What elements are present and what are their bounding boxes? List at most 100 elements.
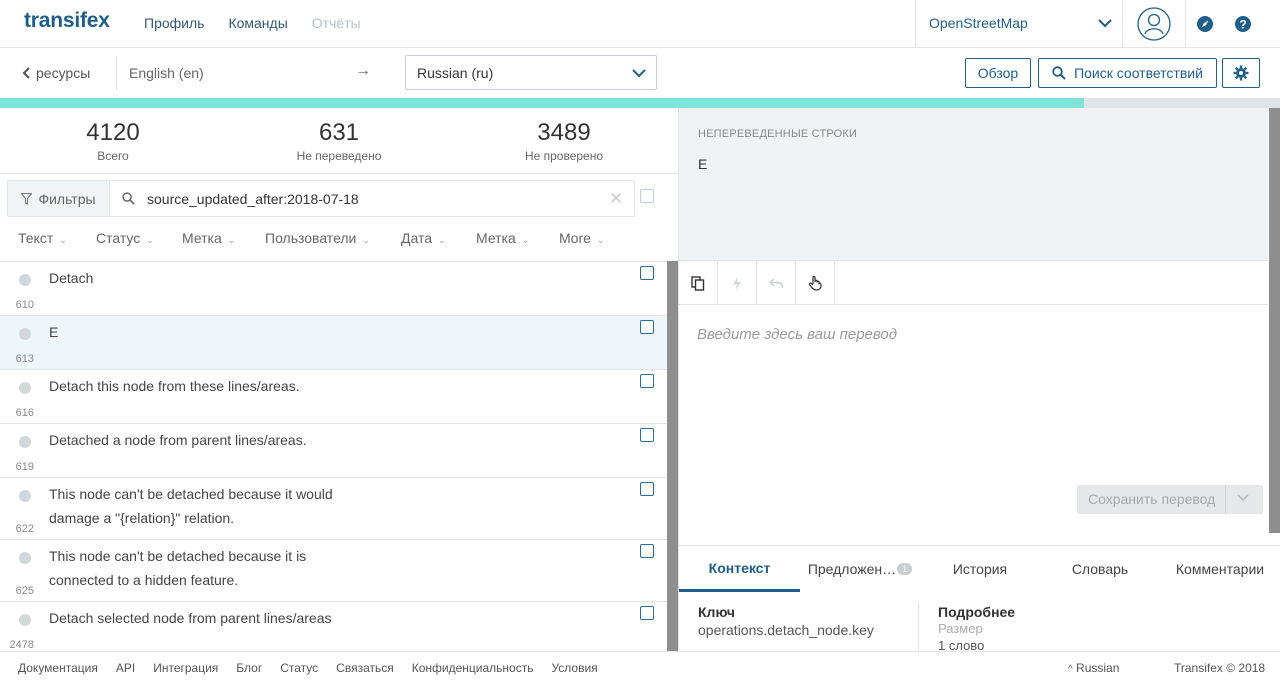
string-id: 613 — [15, 353, 34, 365]
string-row[interactable]: E 613 — [0, 316, 667, 370]
select-all-checkbox[interactable] — [640, 189, 654, 203]
string-row[interactable]: Detached a node from parent lines/areas.… — [0, 424, 667, 478]
row-checkbox[interactable] — [640, 374, 654, 388]
project-name: OpenStreetMap — [929, 15, 1028, 31]
compass-icon[interactable] — [1196, 15, 1214, 33]
gear-icon — [1233, 65, 1249, 81]
string-row[interactable]: This node can't be detached because it w… — [0, 478, 667, 540]
filter-query-input[interactable]: source_updated_after:2018-07-18 — [147, 191, 359, 207]
string-row[interactable]: This node can't be detached because it i… — [0, 540, 667, 602]
chevron-up-icon: ^ — [1068, 664, 1073, 675]
footer-link[interactable]: Интеграция — [153, 661, 218, 675]
footer-link[interactable]: Статус — [280, 661, 318, 675]
string-id: 619 — [15, 461, 34, 473]
editor-scrollbar[interactable] — [1269, 108, 1280, 533]
sort-status[interactable]: Статус ⌄ — [96, 230, 182, 246]
details-section: Подробнее Размер 1 слово — [938, 604, 1015, 651]
row-checkbox[interactable] — [640, 320, 654, 334]
chevron-down-icon: ⌄ — [521, 235, 530, 245]
string-text: Detach this node from these lines/areas. — [49, 374, 349, 398]
string-id: 622 — [15, 523, 34, 535]
filters-button-label: Фильтры — [38, 190, 96, 207]
review-button[interactable]: Обзор — [965, 58, 1031, 88]
tab-comments-label: Комментарии — [1175, 561, 1265, 577]
copy-icon — [691, 275, 705, 291]
size-value: 1 слово — [938, 638, 985, 651]
footer-link[interactable]: Конфиденциальность — [412, 661, 534, 675]
tab-glossary-label: Словарь — [1071, 561, 1129, 577]
nav-teams[interactable]: Команды — [228, 15, 287, 31]
sort-text-label: Текст — [18, 230, 54, 246]
funnel-icon — [21, 192, 33, 205]
project-selector[interactable]: OpenStreetMap — [915, 0, 1123, 48]
tab-comments[interactable]: Комментарии — [1160, 546, 1280, 592]
status-dot-icon — [19, 436, 31, 448]
translation-input-placeholder[interactable]: Введите здесь ваш перевод — [697, 326, 897, 343]
sort-date[interactable]: Дата ⌄ — [401, 230, 476, 246]
list-scrollbar[interactable] — [667, 261, 678, 651]
help-icon[interactable]: ? — [1234, 15, 1252, 33]
special-characters-button[interactable] — [796, 261, 835, 305]
save-translation-label: Сохранить перевод — [1088, 491, 1216, 507]
suggestions-count-badge: 1 — [897, 563, 913, 575]
filters-button[interactable]: Фильтры — [8, 181, 110, 216]
footer-link[interactable]: Связаться — [336, 661, 394, 675]
footer-link[interactable]: Условия — [551, 661, 597, 675]
chevron-down-icon: ⌄ — [59, 235, 67, 245]
row-checkbox[interactable] — [640, 266, 654, 280]
tab-context[interactable]: Контекст — [679, 546, 800, 592]
string-row[interactable]: Detach this node from these lines/areas.… — [0, 370, 667, 424]
sort-tag-2[interactable]: Метка ⌄ — [476, 230, 559, 246]
stat-untranslated[interactable]: 631 Не переведено — [239, 119, 439, 163]
source-string-panel: НЕПЕРЕВЕДЕННЫЕ СТРОКИ E — [678, 108, 1268, 260]
nav-profile[interactable]: Профиль — [144, 15, 204, 31]
translation-editor[interactable]: Введите здесь ваш перевод Сохранить пере… — [678, 305, 1268, 545]
save-translation-button[interactable]: Сохранить перевод — [1077, 485, 1263, 514]
row-checkbox[interactable] — [640, 606, 654, 620]
back-label: ресурсы — [36, 65, 91, 81]
stat-total[interactable]: 4120 Всего — [13, 119, 213, 163]
copy-source-button[interactable] — [679, 261, 718, 305]
sort-date-label: Дата — [401, 230, 433, 246]
chevron-down-icon[interactable] — [1237, 493, 1249, 502]
string-row[interactable]: Detach selected node from parent lines/a… — [0, 602, 667, 651]
auto-translate-button[interactable] — [718, 261, 757, 305]
target-language-select[interactable]: Russian (ru) — [405, 55, 657, 90]
status-dot-icon — [19, 490, 31, 502]
clear-filter-icon[interactable]: ✕ — [609, 189, 623, 209]
undo-button[interactable] — [757, 261, 796, 305]
string-text-line: Detach — [49, 270, 94, 286]
tab-glossary[interactable]: Словарь — [1040, 546, 1160, 592]
stat-unreviewed[interactable]: 3489 Не проверено — [464, 119, 664, 163]
settings-button[interactable] — [1222, 58, 1260, 88]
sort-text[interactable]: Текст ⌄ — [18, 230, 96, 246]
string-text-line: connected to a hidden feature. — [49, 572, 239, 588]
footer-link[interactable]: Блог — [236, 661, 262, 675]
sort-more[interactable]: More ⌄ — [559, 230, 619, 246]
chevron-down-icon: ⌄ — [438, 235, 446, 245]
nav-reports[interactable]: Отчёты — [312, 15, 361, 31]
string-row[interactable]: Detach 610 — [0, 262, 667, 316]
tab-context-label: Контекст — [708, 559, 771, 576]
sort-tag-label: Метка — [182, 230, 222, 246]
sort-users[interactable]: Пользователи ⌄ — [265, 230, 401, 246]
row-checkbox[interactable] — [640, 544, 654, 558]
back-to-resources[interactable]: ресурсы — [22, 65, 90, 81]
divider — [116, 56, 117, 90]
string-text: E — [49, 320, 349, 344]
logo[interactable]: transifex — [24, 9, 110, 33]
footer-language-selector[interactable]: ^ Russian — [1068, 661, 1119, 675]
row-checkbox[interactable] — [640, 428, 654, 442]
tab-suggestions[interactable]: Предложен… 1 — [800, 546, 920, 592]
search-matches-button[interactable]: Поиск соответствий — [1038, 58, 1217, 88]
string-text-line: E — [49, 324, 59, 340]
footer-link[interactable]: Документация — [18, 661, 98, 675]
tab-history[interactable]: История — [920, 546, 1040, 592]
stat-total-value: 4120 — [86, 119, 140, 146]
sort-tag[interactable]: Метка ⌄ — [182, 230, 265, 246]
row-checkbox[interactable] — [640, 482, 654, 496]
string-text-line: Detach this node from these lines/areas. — [49, 378, 300, 394]
footer-link[interactable]: API — [116, 661, 135, 675]
string-list: Detach 610 E 613 Detach this node from these… — [0, 261, 667, 651]
user-avatar[interactable] — [1123, 0, 1186, 48]
